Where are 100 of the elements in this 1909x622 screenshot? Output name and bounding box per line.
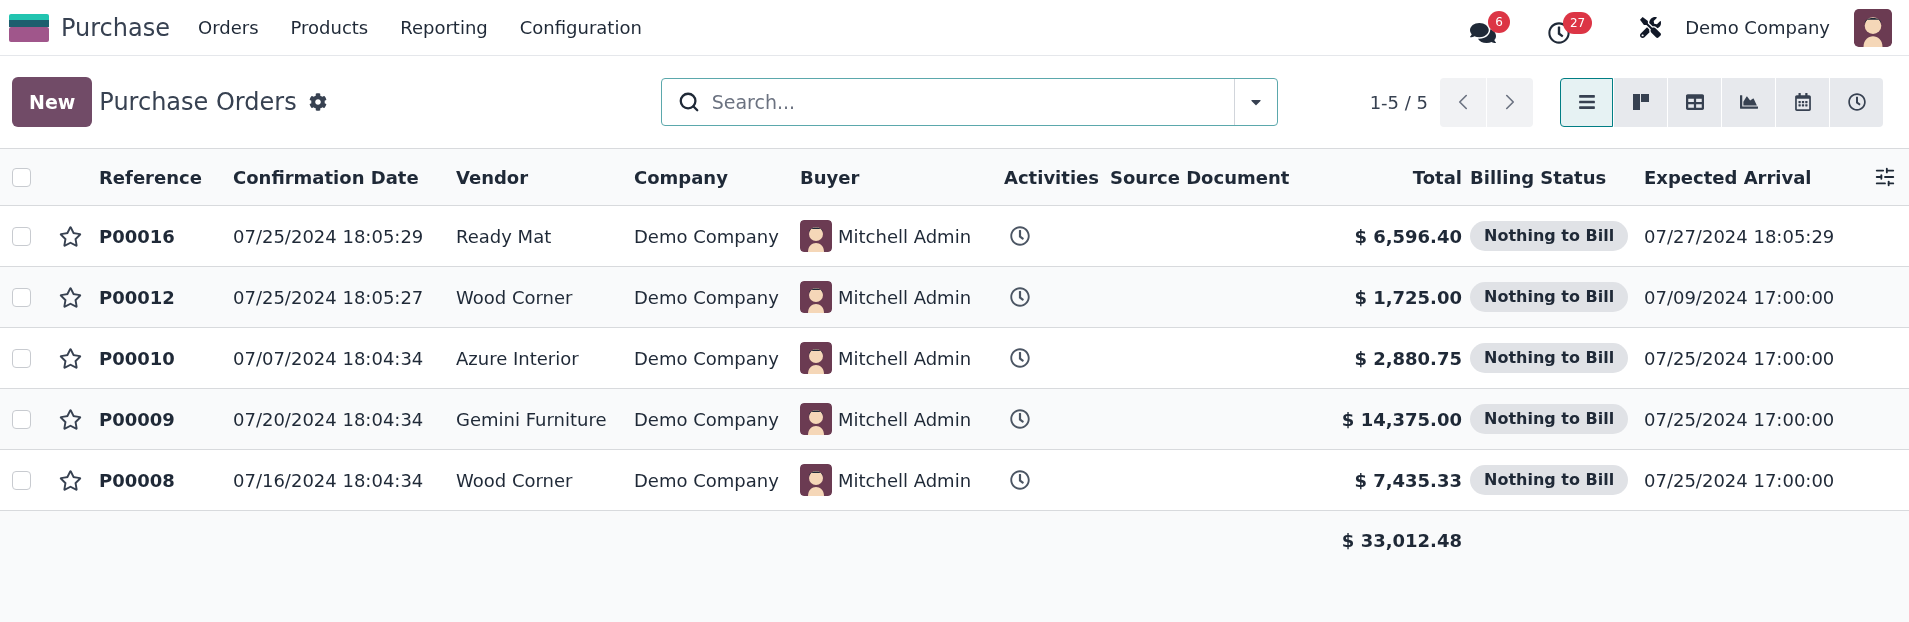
column-header[interactable]: Total	[1300, 163, 1470, 191]
status-badge: Nothing to Bill	[1470, 282, 1629, 312]
table-cell-text: 07/09/2024 17:00:00	[1644, 285, 1836, 310]
column-header[interactable]: Vendor	[456, 163, 634, 191]
area-chart-icon	[1739, 93, 1758, 111]
sliders-icon[interactable]	[1873, 166, 1896, 188]
column-header[interactable]: Buyer	[800, 163, 1004, 191]
table-cell-text: 07/07/2024 18:04:34	[233, 346, 425, 371]
status-badge: Nothing to Bill	[1470, 404, 1629, 434]
view-switch-button[interactable]	[1722, 77, 1775, 127]
table-cell-text: Mitchell Admin	[838, 285, 972, 310]
table-cell-text: Wood Corner	[456, 468, 574, 493]
table-cell-text: Demo Company	[634, 407, 780, 432]
checkbox[interactable]	[12, 287, 31, 307]
table-cell-text: P00009	[99, 407, 176, 432]
star-icon[interactable]	[59, 285, 82, 309]
search-field[interactable]: Search...	[660, 78, 1278, 126]
activities-button[interactable]: 27	[1547, 11, 1593, 44]
clock-icon[interactable]	[1010, 287, 1030, 307]
column-header[interactable]: Company	[634, 163, 800, 191]
checkbox[interactable]	[12, 348, 31, 368]
table-cell-text: Demo Company	[634, 468, 780, 493]
column-header[interactable]: Expected Arrival	[1644, 163, 1860, 191]
clock-icon	[1847, 93, 1866, 111]
table-cell-text: 07/20/2024 18:04:34	[233, 407, 425, 432]
star-icon[interactable]	[59, 224, 82, 248]
clock-icon[interactable]	[1010, 409, 1030, 429]
view-switch-button[interactable]	[1776, 77, 1829, 127]
checkbox[interactable]	[12, 226, 31, 246]
star-icon[interactable]	[59, 468, 82, 492]
status-badge: Nothing to Bill	[1470, 465, 1629, 495]
table-row[interactable]: P00008 07/16/2024 18:04:34 Wood Corner Demo Company Mitchell Admin $ 7,435.33 Nothing to Bill 07/25/2024 17:00:00	[0, 450, 1909, 511]
search-icon	[677, 91, 700, 113]
status-badge: Nothing to Bill	[1470, 343, 1629, 373]
kanban-view-icon	[1631, 93, 1650, 111]
clock-icon	[1547, 21, 1570, 44]
table-cell-text: $ 14,375.00	[1340, 407, 1463, 432]
table-cell-text: 07/25/2024 18:05:29	[233, 224, 425, 249]
table-cell-text: 07/25/2024 17:00:00	[1644, 346, 1836, 371]
table-row[interactable]: P00016 07/25/2024 18:05:29 Ready Mat Demo Company Mitchell Admin $ 6,596.40 Nothing to Bill 07/27/2024 18:05:29	[0, 206, 1909, 267]
menu-item[interactable]: Configuration	[519, 14, 642, 41]
table-cell-text: 07/27/2024 18:05:29	[1644, 224, 1836, 249]
table-cell-text: Gemini Furniture	[456, 407, 608, 432]
page-title: Purchase Orders	[99, 87, 297, 118]
star-icon[interactable]	[59, 407, 82, 431]
table-cell-text: $ 2,880.75	[1353, 346, 1463, 371]
view-switch-button[interactable]	[1668, 77, 1721, 127]
column-header[interactable]: Source Document	[1110, 163, 1300, 191]
user-avatar	[800, 281, 832, 313]
app-name[interactable]: Purchase	[61, 9, 170, 46]
clock-icon[interactable]	[1010, 470, 1030, 490]
column-header[interactable]: Billing Status	[1470, 163, 1644, 191]
new-button[interactable]: New	[12, 77, 93, 127]
user-avatar	[800, 464, 832, 496]
company-switcher[interactable]: Demo Company	[1685, 14, 1830, 41]
column-header[interactable]: Reference	[99, 163, 233, 191]
user-avatar	[800, 403, 832, 435]
table-cell-text: Demo Company	[634, 224, 780, 249]
table-cell-text: P00012	[99, 285, 176, 310]
view-switch-button[interactable]	[1560, 77, 1613, 127]
table-cell-text: 07/25/2024 17:00:00	[1644, 407, 1836, 432]
column-header[interactable]: Activities	[1004, 163, 1110, 191]
pager-value: 1-5 / 5	[1369, 90, 1428, 115]
messages-button[interactable]: 6	[1470, 10, 1516, 45]
view-switch-button[interactable]	[1614, 77, 1667, 127]
menu-item[interactable]: Products	[290, 14, 369, 41]
settings-icon[interactable]	[308, 93, 327, 111]
tools-icon[interactable]	[1640, 17, 1662, 38]
table-cell-text: Ready Mat	[456, 224, 553, 249]
table-cell-text: $ 6,596.40	[1353, 224, 1463, 249]
table-cell-text: Wood Corner	[456, 285, 574, 310]
clock-icon[interactable]	[1010, 348, 1030, 368]
view-switch-button[interactable]	[1830, 77, 1883, 127]
clock-icon[interactable]	[1010, 226, 1030, 246]
search-input[interactable]: Search...	[711, 79, 1234, 125]
table-cell-text: 07/25/2024 17:00:00	[1644, 468, 1836, 493]
notification-count: 6	[1488, 10, 1510, 33]
user-avatar	[1854, 8, 1892, 47]
table-cell-text: Azure Interior	[456, 346, 580, 371]
menu-item[interactable]: Reporting	[400, 14, 488, 41]
column-header[interactable]: Confirmation Date	[233, 163, 456, 191]
checkbox[interactable]	[12, 409, 31, 429]
table-cell-text: $ 1,725.00	[1353, 285, 1463, 310]
calendar-icon	[1793, 93, 1812, 111]
checkbox[interactable]	[12, 470, 31, 490]
table-row[interactable]: P00010 07/07/2024 18:04:34 Azure Interior Demo Company Mitchell Admin $ 2,880.75 Nothing to Bill 07/25/2024 17:00:00	[0, 328, 1909, 389]
table-cell-text: P00010	[99, 346, 176, 371]
notification-count: 27	[1562, 11, 1593, 34]
table-cell-text: P00008	[99, 468, 176, 493]
table-cell-text: 07/25/2024 18:05:27	[233, 285, 425, 310]
status-badge: Nothing to Bill	[1470, 221, 1629, 251]
star-icon[interactable]	[59, 346, 82, 370]
table-cell-text: Mitchell Admin	[838, 224, 972, 249]
table-grid-icon	[1685, 93, 1704, 111]
user-avatar	[800, 342, 832, 374]
table-cell-text: Mitchell Admin	[838, 346, 972, 371]
checkbox[interactable]	[12, 167, 31, 187]
table-cell-text: Demo Company	[634, 285, 780, 310]
menu-item[interactable]: Orders	[198, 14, 259, 41]
table-cell-text: Demo Company	[634, 346, 780, 371]
